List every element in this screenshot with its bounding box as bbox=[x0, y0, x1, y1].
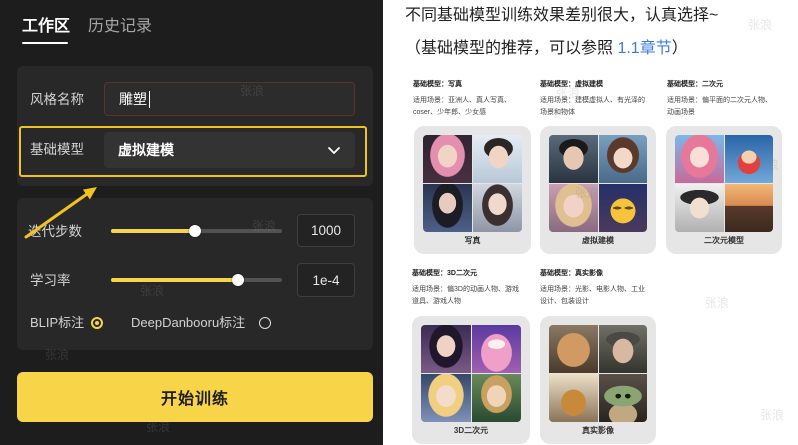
deepdanbooru-option-label[interactable]: DeepDanbooru标注 bbox=[131, 314, 245, 332]
model-description: 基础模型：二次元 适用场景：偏平面的二次元人物、 动画场景 bbox=[667, 79, 772, 119]
style-name-label: 风格名称 bbox=[30, 92, 84, 107]
learning-rate-value: 1e-4 bbox=[312, 272, 340, 288]
guide-reference: （基础模型的推荐，可以参照 1.1章节） bbox=[405, 39, 688, 59]
model-caption: 写真 bbox=[464, 236, 481, 245]
model-description: 基础模型：真实影像 适用场景：光影、电影人物、工业 设计、包装设计 bbox=[540, 268, 645, 308]
watermark: 张浪 bbox=[705, 296, 730, 310]
model-card: 真实影像 bbox=[540, 316, 656, 444]
model-scene-line: 场景和物体 bbox=[540, 108, 575, 116]
watermark: 张浪 bbox=[146, 420, 171, 434]
text-cursor bbox=[149, 90, 150, 108]
thumbnail-image bbox=[549, 135, 598, 183]
thumbnail-grid bbox=[549, 135, 647, 232]
thumbnail-image bbox=[724, 135, 773, 183]
watermark: 张浪 bbox=[45, 348, 70, 362]
deepdanbooru-radio[interactable] bbox=[259, 317, 271, 329]
tab-workspace[interactable]: 工作区 bbox=[22, 16, 70, 38]
blip-option-label[interactable]: BLIP标注 bbox=[30, 314, 84, 332]
style-name-value: 雕塑 bbox=[119, 91, 147, 107]
model-title: 基础模型：虚拟建模 bbox=[540, 81, 603, 88]
model-title: 基础模型：二次元 bbox=[667, 81, 723, 88]
thumbnail-grid bbox=[421, 325, 521, 422]
iterations-label: 迭代步数 bbox=[28, 224, 82, 239]
thumbnail-grid bbox=[675, 135, 773, 232]
model-scene-line: 动画场景 bbox=[667, 108, 695, 116]
style-name-input[interactable]: 雕塑 bbox=[104, 82, 355, 116]
iterations-value: 1000 bbox=[310, 223, 342, 238]
thumbnail-image bbox=[549, 325, 598, 373]
model-scene-line: 适用场景：亚洲人、真人写真、 bbox=[413, 96, 511, 104]
model-card: 写真 bbox=[414, 126, 531, 254]
watermark: 张浪 bbox=[760, 408, 785, 422]
thumbnail-image bbox=[471, 374, 521, 422]
model-scene-line: 适用场景：偏3D的动画人物、游戏 bbox=[412, 285, 519, 293]
watermark: 张浪 bbox=[748, 18, 773, 32]
learning-rate-value-input[interactable]: 1e-4 bbox=[297, 263, 355, 297]
model-scene-line: 道具、游戏人物 bbox=[412, 297, 461, 305]
iterations-value-input[interactable]: 1000 bbox=[297, 214, 355, 247]
thumbnail-image bbox=[421, 325, 471, 373]
highlight-box bbox=[19, 126, 367, 177]
tab-history[interactable]: 历史记录 bbox=[88, 16, 152, 38]
thumbnail-image bbox=[724, 184, 773, 232]
thumbnail-image bbox=[423, 135, 472, 183]
thumbnail-image bbox=[598, 135, 647, 183]
active-tab-indicator bbox=[22, 42, 68, 44]
iterations-slider-handle[interactable] bbox=[188, 225, 201, 237]
model-scene-line: coser、少年郎、少女感 bbox=[413, 108, 487, 116]
model-caption: 真实影像 bbox=[582, 426, 614, 435]
guide-intro: 不同基础模型训练效果差别很大，认真选择~ bbox=[405, 7, 719, 24]
model-scene-line: 适用场景：建模虚拟人、有光泽的 bbox=[540, 96, 645, 104]
model-card: 虚拟建模 bbox=[540, 126, 656, 254]
model-card: 二次元模型 bbox=[666, 126, 782, 254]
model-caption: 二次元模型 bbox=[704, 236, 744, 245]
learning-rate-slider-handle[interactable] bbox=[231, 274, 244, 286]
thumbnail-image bbox=[473, 184, 522, 232]
thumbnail-image bbox=[549, 374, 598, 422]
thumbnail-image bbox=[471, 325, 521, 373]
thumbnail-image bbox=[549, 184, 598, 232]
iterations-slider-fill bbox=[111, 229, 195, 233]
iterations-slider[interactable] bbox=[111, 225, 282, 237]
guide-reference-text: （基础模型的推荐，可以参照 bbox=[405, 40, 618, 57]
learning-rate-slider-fill bbox=[111, 278, 238, 282]
thumbnail-image bbox=[598, 374, 647, 422]
workspace-panel: 工作区 历史记录 风格名称 雕塑 基础模型 虚拟建模 迭代步数 1000 学习率… bbox=[0, 0, 383, 445]
thumbnail-image bbox=[423, 184, 472, 232]
model-title: 基础模型：3D二次元 bbox=[412, 270, 477, 277]
thumbnail-grid bbox=[549, 325, 647, 422]
model-scene-line: 适用场景：偏平面的二次元人物、 bbox=[667, 96, 772, 104]
thumbnail-grid bbox=[423, 135, 522, 232]
blip-radio[interactable] bbox=[91, 317, 103, 329]
thumbnail-image bbox=[598, 325, 647, 373]
chapter-link[interactable]: 1.1章节 bbox=[617, 40, 671, 57]
model-caption: 虚拟建模 bbox=[582, 236, 614, 245]
learning-rate-label: 学习率 bbox=[30, 273, 71, 288]
model-description: 基础模型：3D二次元 适用场景：偏3D的动画人物、游戏 道具、游戏人物 bbox=[412, 268, 519, 308]
model-scene-line: 适用场景：光影、电影人物、工业 bbox=[540, 285, 645, 293]
thumbnail-image bbox=[473, 135, 522, 183]
model-description: 基础模型：虚拟建模 适用场景：建模虚拟人、有光泽的 场景和物体 bbox=[540, 79, 645, 119]
model-title: 基础模型：真实影像 bbox=[540, 270, 603, 277]
model-scene-line: 设计、包装设计 bbox=[540, 297, 589, 305]
thumbnail-image bbox=[598, 184, 647, 232]
guide-reference-end: ） bbox=[671, 40, 688, 57]
learning-rate-slider[interactable] bbox=[111, 274, 282, 286]
model-description: 基础模型：写真 适用场景：亚洲人、真人写真、 coser、少年郎、少女感 bbox=[413, 79, 511, 119]
thumbnail-image bbox=[421, 374, 471, 422]
start-training-button[interactable]: 开始训练 bbox=[17, 372, 373, 422]
thumbnail-image bbox=[675, 184, 724, 232]
model-title: 基础模型：写真 bbox=[413, 81, 462, 88]
thumbnail-image bbox=[675, 135, 724, 183]
learning-rate-slider-track[interactable] bbox=[111, 278, 282, 282]
model-card: 3D二次元 bbox=[412, 316, 530, 444]
model-caption: 3D二次元 bbox=[453, 426, 489, 435]
